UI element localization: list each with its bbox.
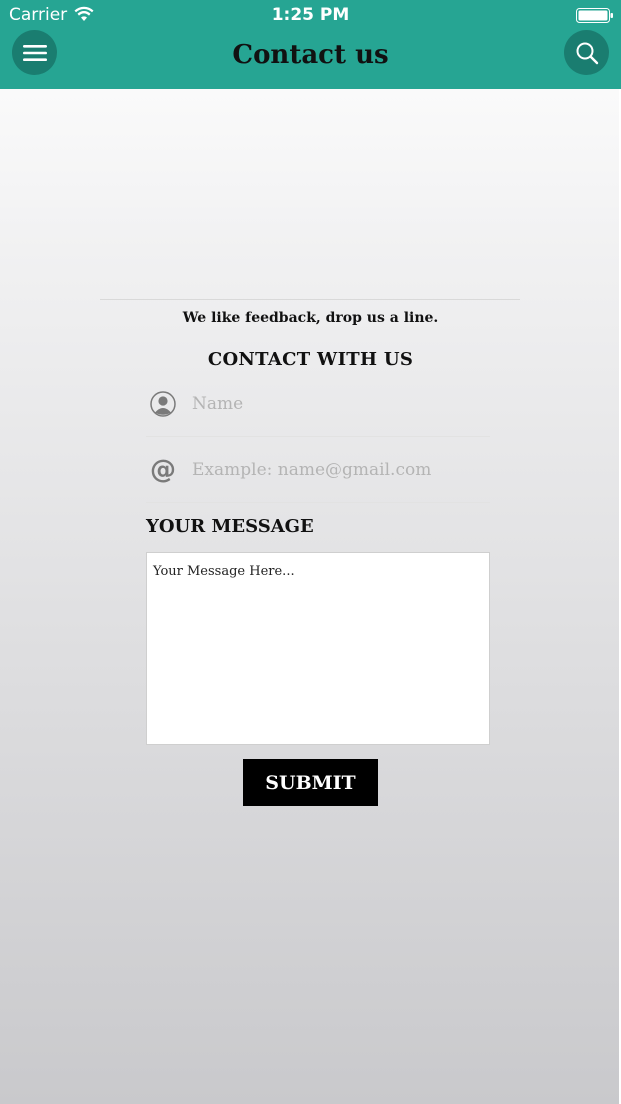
- message-textarea[interactable]: [146, 552, 490, 745]
- page-title: Contact us: [232, 40, 389, 70]
- status-time: 1:25 PM: [271, 5, 350, 25]
- search-icon: [576, 42, 598, 64]
- feedback-tagline: We like feedback, drop us a line.: [182, 310, 439, 326]
- name-field-row: [146, 372, 490, 437]
- content-divider: [100, 299, 520, 300]
- search-button[interactable]: [564, 30, 609, 75]
- message-label: YOUR MESSAGE: [146, 516, 314, 537]
- contact-section-title: CONTACT WITH US: [207, 349, 414, 370]
- submit-button[interactable]: SUBMIT: [243, 759, 378, 806]
- at-icon: @: [150, 457, 176, 483]
- email-input[interactable]: [192, 458, 482, 482]
- battery-icon: [576, 8, 614, 28]
- email-field-row: @: [146, 438, 490, 503]
- name-input[interactable]: [192, 392, 482, 416]
- at-glyph: @: [150, 455, 176, 485]
- status-bar: Carrier 1:25 PM: [0, 0, 621, 30]
- user-icon: [150, 391, 176, 417]
- navigation-bar: Contact us: [0, 30, 621, 89]
